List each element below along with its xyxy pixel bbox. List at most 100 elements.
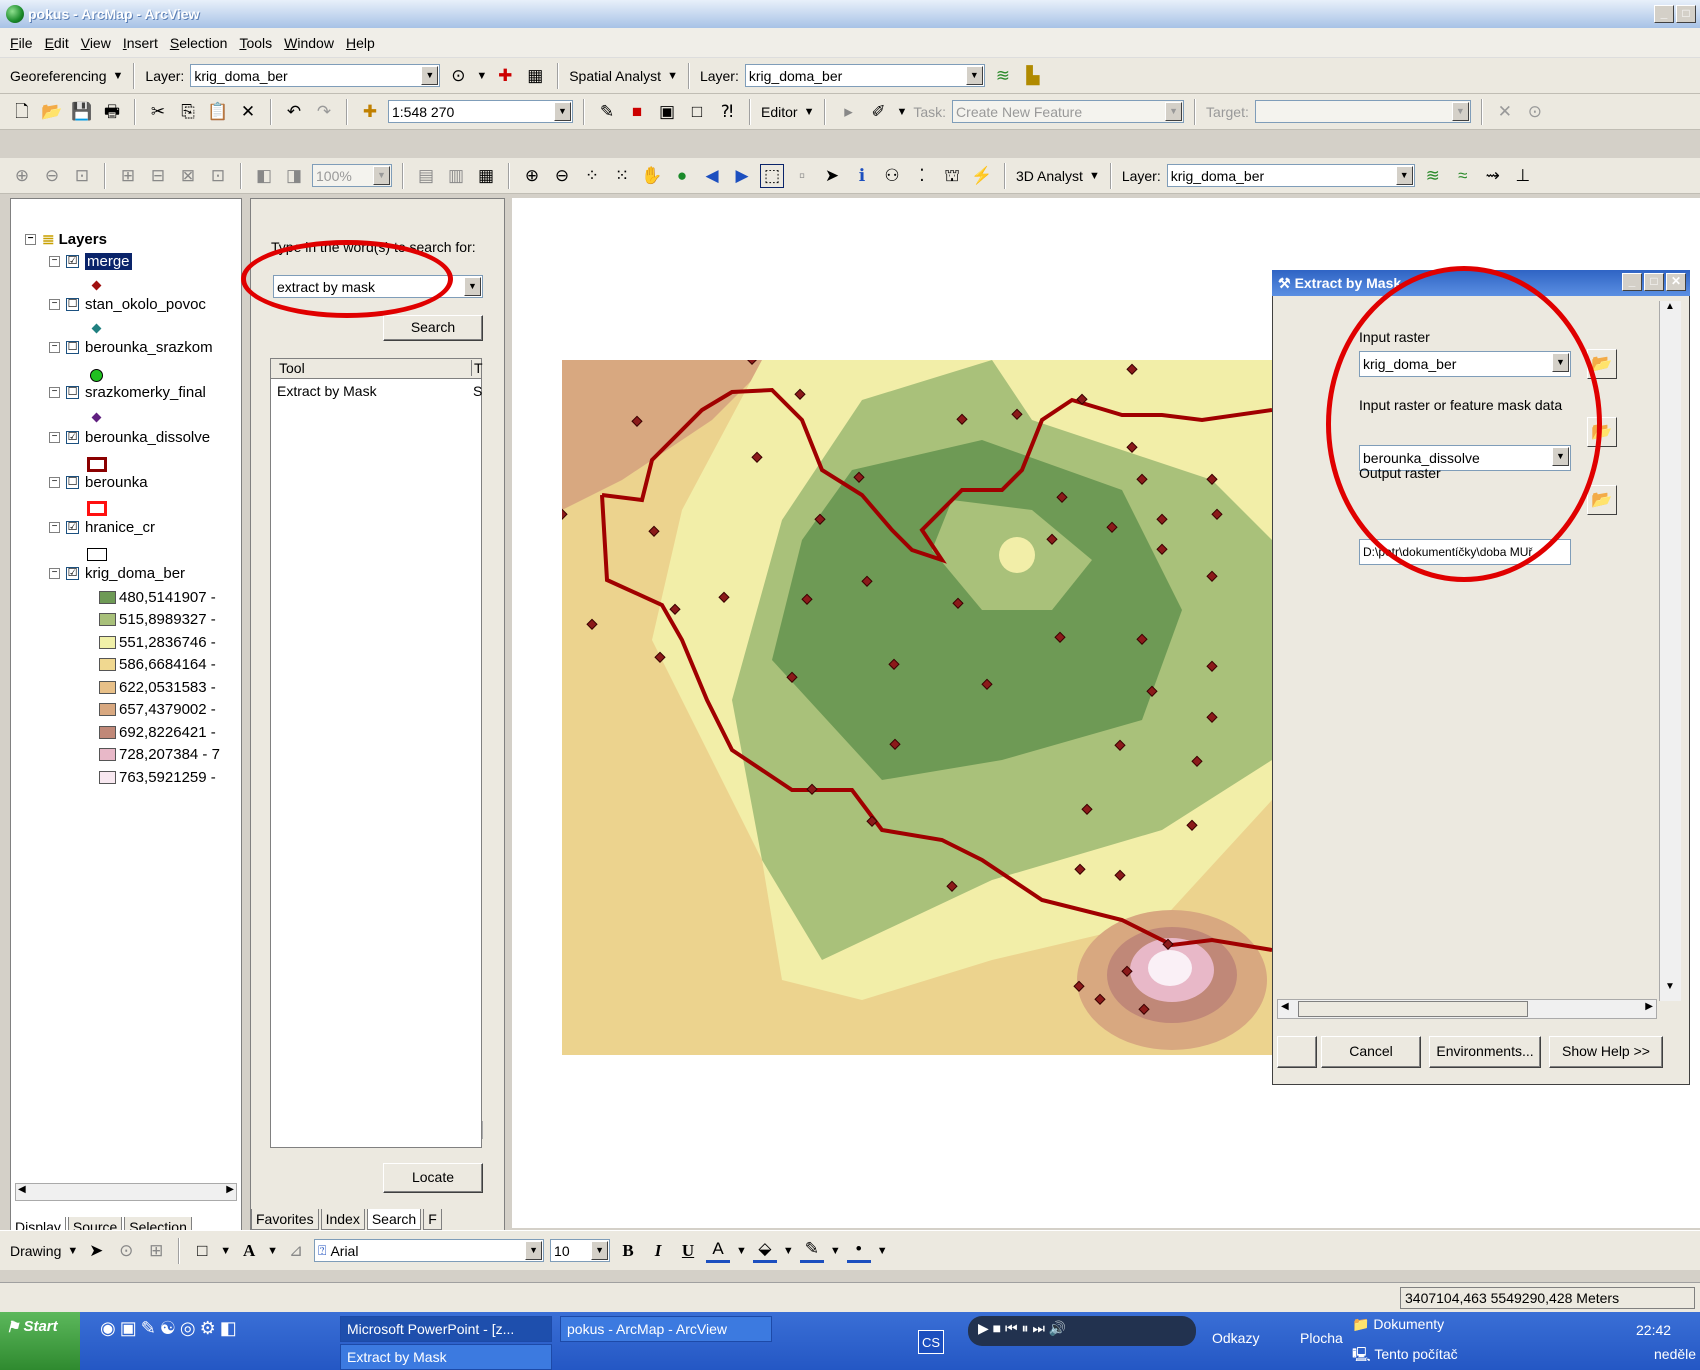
font-color-icon[interactable]: A bbox=[706, 1238, 731, 1263]
dialog-minimize-button[interactable]: _ bbox=[1622, 273, 1642, 291]
chevron-down-icon[interactable]: ▼ bbox=[554, 102, 571, 121]
focus-frame-icon[interactable]: ▥ bbox=[444, 165, 468, 187]
spatial-layer-select[interactable]: krig_doma_ber ▼ bbox=[744, 64, 985, 87]
menu-selection[interactable]: Selection bbox=[170, 35, 228, 51]
media-controls-icon[interactable]: ▶ ■ ⏮ ⏸ ⏭ 🔊 bbox=[978, 1320, 1066, 1337]
cut-icon[interactable]: ✂ bbox=[146, 101, 170, 123]
forward-arrow-icon[interactable]: ▶ bbox=[730, 165, 754, 187]
collapse-icon[interactable]: − bbox=[49, 567, 60, 579]
chevron-down-icon[interactable]: ▼ bbox=[421, 66, 439, 85]
select-features-icon[interactable]: ⬚ bbox=[760, 163, 784, 188]
zoom-layout-icon[interactable]: ⊡ bbox=[70, 165, 94, 187]
3d-analyst-menu[interactable]: 3D Analyst bbox=[1016, 168, 1083, 184]
legend-class[interactable]: 728,207384 - 7 bbox=[99, 745, 220, 765]
edit-tool-icon[interactable]: ▸ bbox=[836, 101, 860, 123]
editor-toolbar-icon[interactable]: ✎ bbox=[595, 101, 619, 123]
chevron-down-icon[interactable]: ▼ bbox=[965, 66, 983, 85]
chevron-down-icon[interactable]: ▼ bbox=[591, 1241, 609, 1260]
italic-button[interactable]: I bbox=[646, 1240, 670, 1262]
menu-view[interactable]: View bbox=[81, 35, 111, 51]
taskbar-item-arcmap[interactable]: pokus - ArcMap - ArcView bbox=[560, 1316, 772, 1342]
pan-hand-icon[interactable]: ✋ bbox=[640, 165, 664, 187]
chevron-down-icon[interactable]: ▼ bbox=[667, 70, 678, 82]
split-tool-icon[interactable]: ✕ bbox=[1493, 101, 1517, 123]
layout-fixed-zoom-icon[interactable]: ⊠ bbox=[176, 165, 200, 187]
chevron-down-icon[interactable]: ▼ bbox=[830, 1245, 841, 1257]
font-size-select[interactable]: 10 ▼ bbox=[550, 1239, 611, 1262]
my-computer-shortcut[interactable]: 🖳 Tento počítač bbox=[1352, 1344, 1458, 1368]
edit-vertices-icon[interactable]: ⊿ bbox=[284, 1240, 308, 1262]
back-arrow-icon[interactable]: ◀ bbox=[700, 165, 724, 187]
legend-class[interactable]: 763,5921259 - bbox=[99, 767, 216, 787]
menu-tools[interactable]: Tools bbox=[239, 35, 272, 51]
bold-button[interactable]: B bbox=[616, 1240, 640, 1262]
documents-shortcut[interactable]: 📁 Dokumenty bbox=[1352, 1316, 1444, 1333]
select-elements-icon[interactable]: ➤ bbox=[820, 165, 844, 187]
tab-f[interactable]: F bbox=[423, 1209, 442, 1230]
start-button[interactable]: ⚑ Start bbox=[0, 1312, 80, 1370]
layer-checkbox[interactable]: ☐ bbox=[66, 475, 79, 489]
layer-checkbox[interactable]: ☑ bbox=[66, 520, 79, 534]
change-layout-icon[interactable]: ▦ bbox=[474, 165, 498, 187]
layout-back-icon[interactable]: ◧ bbox=[252, 165, 276, 187]
chevron-down-icon[interactable]: ▼ bbox=[67, 1245, 78, 1257]
hyperlink-icon[interactable]: ⚡ bbox=[970, 165, 994, 187]
chevron-down-icon[interactable]: ▼ bbox=[804, 106, 815, 118]
toggle-draft-icon[interactable]: ▤ bbox=[414, 165, 438, 187]
layer-checkbox[interactable]: ☑ bbox=[66, 566, 79, 580]
clear-selection-icon[interactable]: ▫ bbox=[790, 165, 814, 187]
language-indicator[interactable]: CS bbox=[918, 1330, 944, 1354]
open-icon[interactable]: 📂 bbox=[40, 101, 64, 123]
result-extract-by-mask[interactable]: Extract by Mask bbox=[277, 383, 377, 399]
line-color-icon[interactable]: ✎ bbox=[799, 1238, 824, 1263]
georeferencing-menu[interactable]: Georeferencing bbox=[10, 68, 107, 84]
rectangle-icon[interactable]: □ bbox=[190, 1240, 214, 1262]
find-binoculars-icon[interactable]: ⚇ bbox=[880, 165, 904, 187]
histogram-icon[interactable]: ▙ bbox=[1021, 65, 1045, 87]
dialog-maximize-button[interactable]: □ bbox=[1644, 273, 1664, 291]
layer-checkbox[interactable]: ☐ bbox=[66, 297, 79, 311]
command-line-icon[interactable]: □ bbox=[685, 101, 709, 123]
menu-file[interactable]: File bbox=[10, 35, 33, 51]
marker-color-icon[interactable]: • bbox=[846, 1238, 871, 1263]
chevron-down-icon[interactable]: ▼ bbox=[113, 70, 124, 82]
spatial-analyst-menu[interactable]: Spatial Analyst bbox=[569, 68, 661, 84]
chevron-down-icon[interactable]: ▼ bbox=[896, 106, 907, 118]
toc-layer-krig[interactable]: − ☑ krig_doma_ber bbox=[49, 563, 185, 583]
layer-checkbox[interactable]: ☑ bbox=[66, 254, 79, 268]
layer-checkbox[interactable]: ☐ bbox=[66, 385, 79, 399]
catalog-icon[interactable]: ▣ bbox=[655, 101, 679, 123]
zoom-out-fixed-icon[interactable]: ⊖ bbox=[40, 165, 64, 187]
collapse-icon[interactable]: − bbox=[49, 386, 60, 398]
fixed-zoom-out-icon[interactable]: ⁙ bbox=[610, 165, 634, 187]
fixed-zoom-in-icon[interactable]: ⁘ bbox=[580, 165, 604, 187]
print-icon[interactable]: 🖶 bbox=[100, 101, 124, 123]
new-icon[interactable]: 🗋 bbox=[10, 101, 34, 123]
task-select[interactable]: Create New Feature ▼ bbox=[952, 100, 1185, 123]
column-t[interactable]: T bbox=[471, 360, 483, 376]
maximize-button[interactable]: □ bbox=[1676, 5, 1696, 23]
open-folder-icon[interactable]: 📂 bbox=[1587, 485, 1617, 515]
collapse-icon[interactable]: − bbox=[49, 298, 60, 310]
tab-index[interactable]: Index bbox=[320, 1209, 365, 1230]
ok-button[interactable] bbox=[1277, 1036, 1317, 1068]
layout-forward-icon[interactable]: ◨ bbox=[282, 165, 306, 187]
zoom-in-icon[interactable]: ⊕ bbox=[520, 165, 544, 187]
line-of-sight-icon[interactable]: ⇝ bbox=[1481, 165, 1505, 187]
font-select[interactable]: ⍰ Arial ▼ bbox=[314, 1239, 545, 1262]
dialog-horizontal-scrollbar[interactable]: ◀ ▶ bbox=[1277, 999, 1657, 1019]
links-toolbar[interactable]: Odkazy bbox=[1212, 1330, 1259, 1346]
tab-search[interactable]: Search bbox=[366, 1209, 422, 1230]
desktop-toolbar[interactable]: Plocha bbox=[1300, 1330, 1343, 1346]
layer-checkbox[interactable]: ☐ bbox=[66, 340, 79, 354]
toc-layer-berounka[interactable]: − ☐ berounka bbox=[49, 472, 148, 492]
interpolate-point-icon[interactable]: ⊥ bbox=[1511, 165, 1535, 187]
collapse-icon[interactable]: − bbox=[49, 431, 60, 443]
scroll-thumb[interactable] bbox=[1298, 1001, 1528, 1017]
layout-full-icon[interactable]: ⊡ bbox=[206, 165, 230, 187]
scroll-left-icon[interactable]: ◀ bbox=[18, 1184, 26, 1195]
scroll-right-icon[interactable]: ▶ bbox=[1645, 1001, 1653, 1012]
underline-button[interactable]: U bbox=[676, 1240, 700, 1262]
measure-icon[interactable]: ⛫ bbox=[940, 165, 964, 187]
collapse-icon[interactable]: − bbox=[49, 255, 60, 267]
